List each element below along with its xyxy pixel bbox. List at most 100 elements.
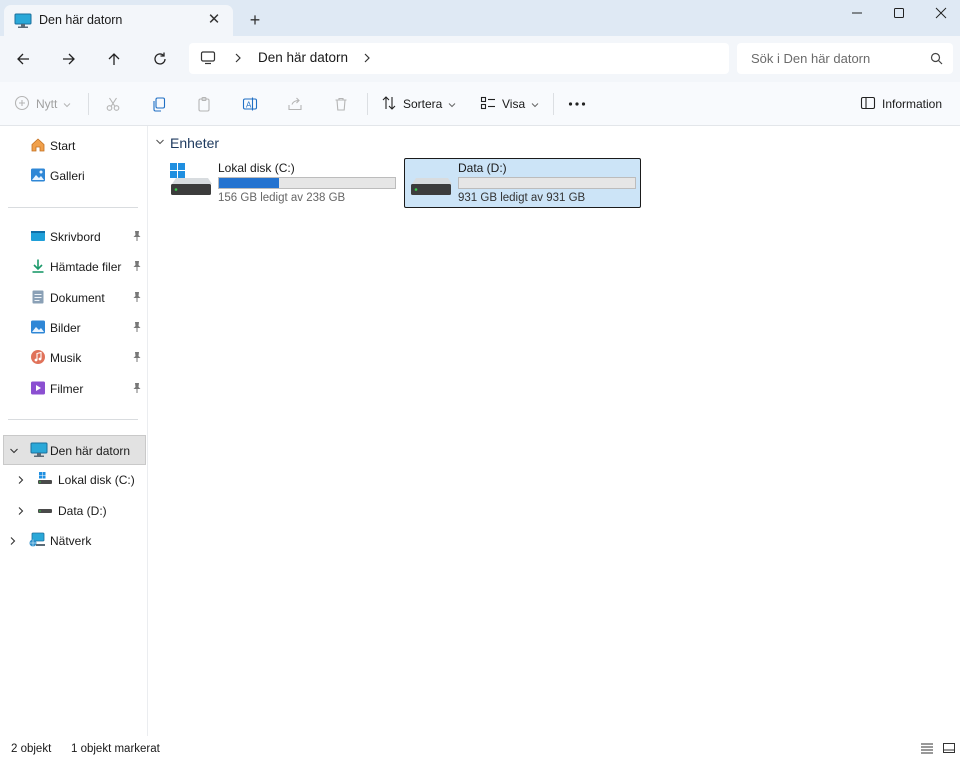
chevron-right-icon[interactable]: [233, 51, 243, 68]
sidebar-item-hamtade-filer[interactable]: Hämtade filer: [0, 252, 146, 282]
pin-icon[interactable]: [132, 382, 142, 397]
documents-folder-icon: [30, 289, 46, 308]
close-icon[interactable]: [918, 0, 960, 26]
navigation-pane: Start Galleri Skrivbord Hämtade filer Do…: [0, 126, 148, 736]
close-tab-icon[interactable]: ✕: [204, 10, 224, 30]
maximize-icon[interactable]: [876, 0, 922, 26]
sidebar-item-label: Start: [50, 139, 76, 153]
copy-icon[interactable]: [151, 92, 167, 116]
plus-icon[interactable]: +: [244, 9, 266, 31]
drive-usage-bar: [218, 177, 396, 189]
title-bar: Den här datorn ✕ +: [0, 0, 960, 36]
gallery-icon: [30, 167, 46, 186]
drive-usage-fill: [219, 178, 279, 188]
chevron-right-icon[interactable]: [16, 474, 26, 488]
search-icon[interactable]: [930, 52, 943, 68]
monitor-icon[interactable]: [200, 50, 216, 69]
pin-icon[interactable]: [132, 321, 142, 336]
search-input[interactable]: [737, 43, 927, 74]
search-box: [737, 43, 953, 74]
sidebar-item-label: Bilder: [50, 321, 81, 335]
home-icon: [30, 137, 46, 156]
separator: [88, 93, 89, 115]
chevron-down-icon: [448, 97, 456, 111]
view-button[interactable]: Visa: [480, 92, 539, 116]
sidebar-item-natverk[interactable]: Nätverk: [0, 526, 146, 556]
sort-icon: [381, 95, 397, 114]
drive-tile-data-d[interactable]: Data (D:) 931 GB ledigt av 931 GB: [404, 158, 641, 208]
new-button[interactable]: Nytt: [14, 92, 71, 116]
drive-usage-bar: [458, 177, 636, 189]
rename-icon[interactable]: A: [242, 92, 258, 116]
sidebar-item-label: Hämtade filer: [50, 260, 122, 274]
sidebar-item-label: Filmer: [50, 382, 84, 396]
tab-den-har-datorn[interactable]: Den här datorn ✕: [4, 5, 233, 36]
sidebar-item-galleri[interactable]: Galleri: [0, 161, 146, 191]
sidebar-item-musik[interactable]: Musik: [0, 343, 146, 373]
sidebar-item-skrivbord[interactable]: Skrivbord: [0, 222, 146, 252]
sidebar-item-filmer[interactable]: Filmer: [0, 374, 146, 404]
item-count: 2 objekt: [11, 743, 52, 755]
drive-icon: [409, 162, 453, 201]
pictures-folder-icon: [30, 319, 46, 338]
computer-icon: [14, 13, 32, 32]
sort-button[interactable]: Sortera: [381, 92, 456, 116]
sidebar-item-den-har-datorn[interactable]: Den här datorn: [3, 435, 146, 465]
share-icon[interactable]: [287, 92, 303, 116]
delete-icon[interactable]: [333, 92, 349, 116]
plus-circle-icon: [14, 95, 30, 114]
details-view-icon[interactable]: [920, 742, 936, 756]
refresh-icon[interactable]: [145, 45, 175, 73]
chevron-down-icon[interactable]: [9, 445, 19, 459]
arrow-left-icon[interactable]: [8, 45, 38, 73]
cut-icon[interactable]: [105, 92, 121, 116]
sidebar-item-start[interactable]: Start: [0, 131, 146, 161]
sidebar-item-lokal-disk-c[interactable]: Lokal disk (C:): [0, 465, 146, 495]
status-bar: 2 objekt 1 objekt markerat: [0, 736, 960, 761]
chevron-right-icon[interactable]: [16, 505, 26, 519]
breadcrumb-den-har-datorn[interactable]: Den här datorn: [258, 50, 348, 65]
desktop-folder-icon: [30, 228, 46, 247]
network-icon: [29, 532, 47, 551]
pin-icon[interactable]: [132, 291, 142, 306]
minimize-icon[interactable]: [834, 0, 880, 26]
divider: [8, 207, 138, 208]
information-label: Information: [882, 97, 943, 111]
sidebar-item-dokument[interactable]: Dokument: [0, 283, 146, 313]
sidebar-item-label: Galleri: [50, 169, 85, 183]
chevron-right-icon[interactable]: [8, 535, 18, 549]
pin-icon[interactable]: [132, 351, 142, 366]
group-header-enheter[interactable]: Enheter: [155, 135, 219, 151]
sidebar-item-data-d[interactable]: Data (D:): [0, 496, 146, 526]
divider: [8, 419, 138, 420]
arrow-up-icon[interactable]: [99, 45, 129, 73]
separator: [367, 93, 368, 115]
paste-icon[interactable]: [196, 92, 212, 116]
chevron-down-icon[interactable]: [155, 136, 165, 150]
computer-icon: [30, 442, 48, 461]
chevron-down-icon: [63, 97, 71, 111]
sidebar-item-bilder[interactable]: Bilder: [0, 313, 146, 343]
content-pane: Enheter Lokal disk (C:) 156 GB ledigt av…: [149, 126, 960, 736]
sidebar-item-label: Data (D:): [58, 504, 107, 518]
address-bar[interactable]: Den här datorn: [189, 43, 729, 74]
selection-count: 1 objekt markerat: [71, 743, 160, 755]
drive-name: Data (D:): [458, 161, 507, 175]
windows-drive-icon: [37, 471, 53, 490]
sidebar-item-label: Skrivbord: [50, 230, 101, 244]
new-label: Nytt: [36, 97, 58, 111]
sort-label: Sortera: [403, 97, 443, 111]
more-icon[interactable]: [568, 92, 586, 116]
sidebar-item-label: Lokal disk (C:): [58, 473, 135, 487]
view-icon: [480, 95, 496, 114]
information-button[interactable]: Information: [860, 92, 942, 116]
command-bar: Nytt A Sortera Visa Information: [0, 82, 960, 126]
sidebar-item-label: Nätverk: [50, 534, 92, 548]
arrow-right-icon[interactable]: [54, 45, 84, 73]
drive-tile-lokal-disk-c[interactable]: Lokal disk (C:) 156 GB ledigt av 238 GB: [164, 158, 401, 208]
chevron-right-icon[interactable]: [362, 51, 372, 68]
separator: [553, 93, 554, 115]
pin-icon[interactable]: [132, 230, 142, 245]
pin-icon[interactable]: [132, 260, 142, 275]
tiles-view-icon[interactable]: [942, 742, 958, 756]
